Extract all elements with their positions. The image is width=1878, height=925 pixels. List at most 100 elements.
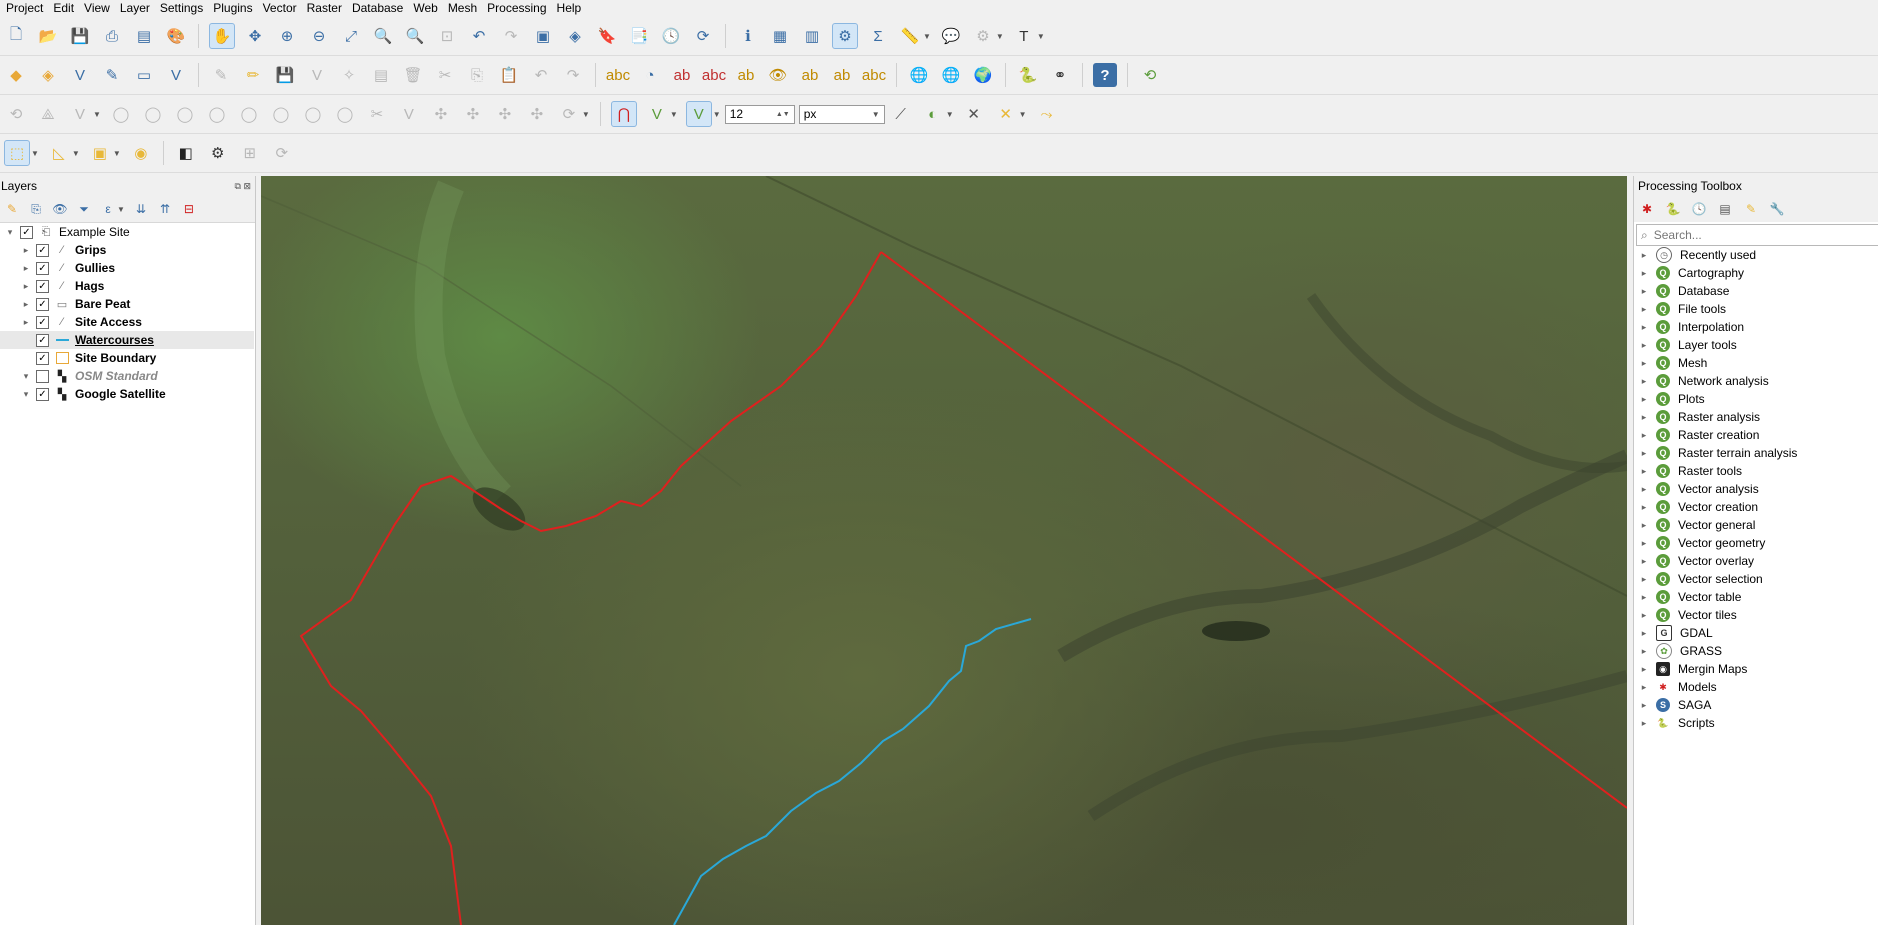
temporal-controller-icon[interactable]: 🕓 [659,24,683,48]
zoom-out-icon[interactable]: ⊖ [307,24,331,48]
show-bookmarks-icon[interactable]: 📑 [627,24,651,48]
binoculars-icon[interactable]: ⚭ [1048,63,1072,87]
toggle-editing-icon[interactable]: ✏ [241,63,265,87]
filter-legend-icon[interactable]: ⏷ [75,200,93,218]
toolbox-item[interactable]: ▸ Q Cartography [1634,264,1878,282]
manage-map-themes-icon[interactable]: 👁 [51,200,69,218]
layer-visibility-checkbox[interactable]: ✓ [36,297,49,311]
save-edits-icon[interactable]: 💾 [273,63,297,87]
results-viewer-icon[interactable]: ▤ [1716,200,1734,218]
zoom-native-icon[interactable]: ⊡ [435,24,459,48]
tree-expander-icon[interactable]: ▸ [1638,700,1650,711]
offset-point-symbols-icon[interactable]: ✣ [525,102,549,126]
tree-expander-icon[interactable]: ▸ [20,263,32,274]
quickmapservices-icon[interactable]: 🌍 [971,63,995,87]
toolbox-item[interactable]: ▸ Q Vector creation [1634,498,1878,516]
undo-icon[interactable]: ↶ [529,63,553,87]
data-source-manager-icon[interactable]: ◆ [4,63,28,87]
toggle-display-labels-icon[interactable]: abc [702,63,726,87]
new-shapefile-layer-icon[interactable]: V [68,63,92,87]
tree-expander-icon[interactable]: ▸ [1638,592,1650,603]
delete-part-icon[interactable]: ◯ [237,102,261,126]
map-tips-icon[interactable]: 💬 [939,24,963,48]
offset-curve-icon[interactable]: ◯ [301,102,325,126]
menu-item-processing[interactable]: Processing [481,0,550,16]
chevron-down-icon[interactable]: ▼ [923,32,931,41]
toolbox-item[interactable]: ▸ Q Raster analysis [1634,408,1878,426]
change-label-properties-icon[interactable]: abc [862,63,886,87]
tree-expander-icon[interactable]: ▸ [1638,718,1650,729]
tree-expander-icon[interactable]: ▾ [4,227,16,238]
tree-expander-icon[interactable]: ▸ [1638,340,1650,351]
toolbox-item[interactable]: ▸ Q Raster terrain analysis [1634,444,1878,462]
expand-all-icon[interactable]: ⇊ [132,200,150,218]
chevron-down-icon[interactable]: ▼ [72,149,80,158]
split-parts-icon[interactable]: V [397,102,421,126]
text-annotation-icon[interactable]: T [1012,24,1036,48]
delete-selected-icon[interactable]: 🗑 [401,63,425,87]
chevron-down-icon[interactable]: ▼ [1037,32,1045,41]
layer-row[interactable]: ✓ Site Boundary [0,349,254,367]
toolbox-item[interactable]: ▸ Q Vector analysis [1634,480,1878,498]
show-hide-labels-icon[interactable]: 👁 [766,63,790,87]
chevron-down-icon[interactable]: ▼ [113,149,121,158]
tree-expander-icon[interactable]: ▸ [1638,538,1650,549]
deselect-features-icon[interactable]: ▣ [88,141,112,165]
tree-expander-icon[interactable]: ▸ [1638,448,1650,459]
toolbox-item[interactable]: ▸ Q Vector tiles [1634,606,1878,624]
zoom-last-icon[interactable]: ↶ [467,24,491,48]
remove-layer-icon[interactable]: ⊟ [180,200,198,218]
pan-map-icon[interactable]: ✋ [209,23,235,49]
new-geopackage-layer-icon[interactable]: ◈ [36,63,60,87]
toolbox-item[interactable]: ▸ Q Raster tools [1634,462,1878,480]
layer-visibility-checkbox[interactable] [36,369,49,383]
toolbox-item[interactable]: ▸ Q File tools [1634,300,1878,318]
snapping-type-icon[interactable]: V [685,101,712,127]
menu-item-project[interactable]: Project [0,0,47,16]
layer-visibility-checkbox[interactable]: ✓ [36,279,49,293]
merge-attributes-icon[interactable]: ✣ [461,102,485,126]
toolbox-item[interactable]: ▸ Q Vector overlay [1634,552,1878,570]
menu-item-database[interactable]: Database [346,0,407,16]
layout-manager-icon[interactable]: ▤ [132,24,156,48]
paste-features-icon[interactable]: 📋 [497,63,521,87]
python-console-icon[interactable]: 🐍 [1016,63,1040,87]
tree-expander-icon[interactable]: ▸ [1638,484,1650,495]
geocoder-icon[interactable]: 🌐 [939,63,963,87]
collapse-all-icon[interactable]: ⇈ [156,200,174,218]
zoom-in-icon[interactable]: ⊕ [275,24,299,48]
fill-ring-icon[interactable]: ◯ [173,102,197,126]
chevron-down-icon[interactable]: ▼ [582,110,590,119]
zoom-next-icon[interactable]: ↷ [499,24,523,48]
tree-expander-icon[interactable]: ▾ [20,371,32,382]
reshape-features-icon[interactable]: ◯ [269,102,293,126]
toolbox-item[interactable]: ▸ Q Mesh [1634,354,1878,372]
save-project-icon[interactable]: 💾 [68,24,92,48]
add-ring-icon[interactable]: ◯ [109,102,133,126]
layer-row[interactable]: ▸ ✓ ⁄ Site Access [0,313,254,331]
new-print-layout-icon[interactable]: ⎙ [100,24,124,48]
open-layer-styling-icon[interactable]: ✎ [3,200,21,218]
new-project-icon[interactable]: 🗋 [4,24,28,48]
tree-expander-icon[interactable]: ▸ [1638,376,1650,387]
toolbox-item[interactable]: ▸ G GDAL [1634,624,1878,642]
sync-icon[interactable]: ⟳ [270,141,294,165]
help-icon[interactable]: ? [1093,63,1117,87]
menu-item-edit[interactable]: Edit [47,0,78,16]
reverse-line-icon[interactable]: ◯ [333,102,357,126]
tree-expander-icon[interactable]: ▸ [1638,286,1650,297]
map-canvas[interactable] [261,176,1627,925]
toolbox-item[interactable]: ▸ Q Network analysis [1634,372,1878,390]
toolbox-item[interactable]: ▸ Q Vector general [1634,516,1878,534]
toolbox-item[interactable]: ▸ Q Vector selection [1634,570,1878,588]
snapping-layers-icon[interactable]: V [645,102,669,126]
tree-expander-icon[interactable]: ▸ [1638,268,1650,279]
toolbox-item[interactable]: ▸ ◉ Mergin Maps [1634,660,1878,678]
rotate-feature-icon[interactable]: ⟲ [4,102,28,126]
tree-expander-icon[interactable]: ▸ [1638,628,1650,639]
tree-expander-icon[interactable]: ▸ [1638,610,1650,621]
current-edits-icon[interactable]: ✎ [209,63,233,87]
toolbox-item[interactable]: ▸ Q Plots [1634,390,1878,408]
field-calculator-icon[interactable]: ▥ [800,24,824,48]
layer-diagram-options-icon[interactable]: ◔ [638,63,662,87]
